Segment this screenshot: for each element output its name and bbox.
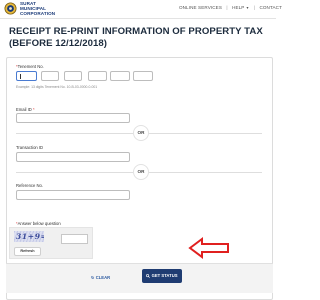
captcha-answer-input[interactable] [61,234,88,244]
search-icon [146,273,151,278]
corporation-logo[interactable] [4,1,17,16]
nav-separator: | [253,5,256,10]
captcha-label-text: Answer below question [17,221,61,226]
or-badge: OR [133,125,149,141]
tenement-part-1-input[interactable] [16,71,37,81]
clear-button[interactable]: ↻ CLEAR [91,275,110,280]
text-cursor [20,74,21,79]
captcha-label: *Answer below question [16,221,61,226]
reference-no-field[interactable] [16,190,130,200]
tenement-part-5-input[interactable] [110,71,130,81]
email-label: Email ID * [16,107,35,112]
tenement-part-3-input[interactable] [64,71,82,81]
captcha-image: 31+9=? [14,231,44,242]
or-badge: OR [133,164,149,180]
clear-label: CLEAR [95,275,111,280]
nav-online-services[interactable]: ONLINE SERVICES [179,5,222,10]
nav-contact[interactable]: CONTACT [259,5,282,10]
captcha-refresh-button[interactable]: Refresh [14,247,41,256]
captcha-question: 31+9=? [16,232,44,241]
site-header: SURAT MUNICIPAL CORPORATION ONLINE SERVI… [0,0,282,19]
refresh-icon: ↻ [91,275,95,280]
tenement-label-text: Tenement No. [17,64,44,69]
left-arrow-annotation-icon [188,237,229,259]
form-actions: ↻ CLEAR GET STATUS [6,263,273,293]
email-field[interactable] [16,113,130,123]
email-label-text: Email ID [16,107,32,112]
transaction-label: Transaction ID [16,145,44,150]
transaction-id-field[interactable] [16,152,130,162]
top-navigation: ONLINE SERVICES | HELP ▼ | CONTACT [179,5,282,10]
corporation-name[interactable]: SURAT MUNICIPAL CORPORATION [20,1,55,17]
nav-help[interactable]: HELP ▼ [232,5,249,10]
tenement-part-2-input[interactable] [41,71,59,81]
tenement-hint: Example: 13 digits Tenement No. 10-B-03-… [16,85,98,89]
nav-separator: | [226,5,228,10]
get-status-button[interactable]: GET STATUS [142,269,182,283]
reference-label: Reference No. [16,183,43,188]
page-title: RECEIPT RE-PRINT INFORMATION OF PROPERTY… [9,26,263,49]
tenement-part-6-input[interactable] [133,71,153,81]
org-line: CORPORATION [20,11,56,17]
get-status-label: GET STATUS [151,273,178,278]
captcha-panel: 31+9=? Refresh [9,227,93,259]
required-mark: * [33,107,35,112]
tenement-part-4-input[interactable] [88,71,107,81]
nav-help-label: HELP [232,5,245,10]
tenement-label: *Tenement No. [16,64,44,69]
chevron-down-icon: ▼ [245,6,250,10]
